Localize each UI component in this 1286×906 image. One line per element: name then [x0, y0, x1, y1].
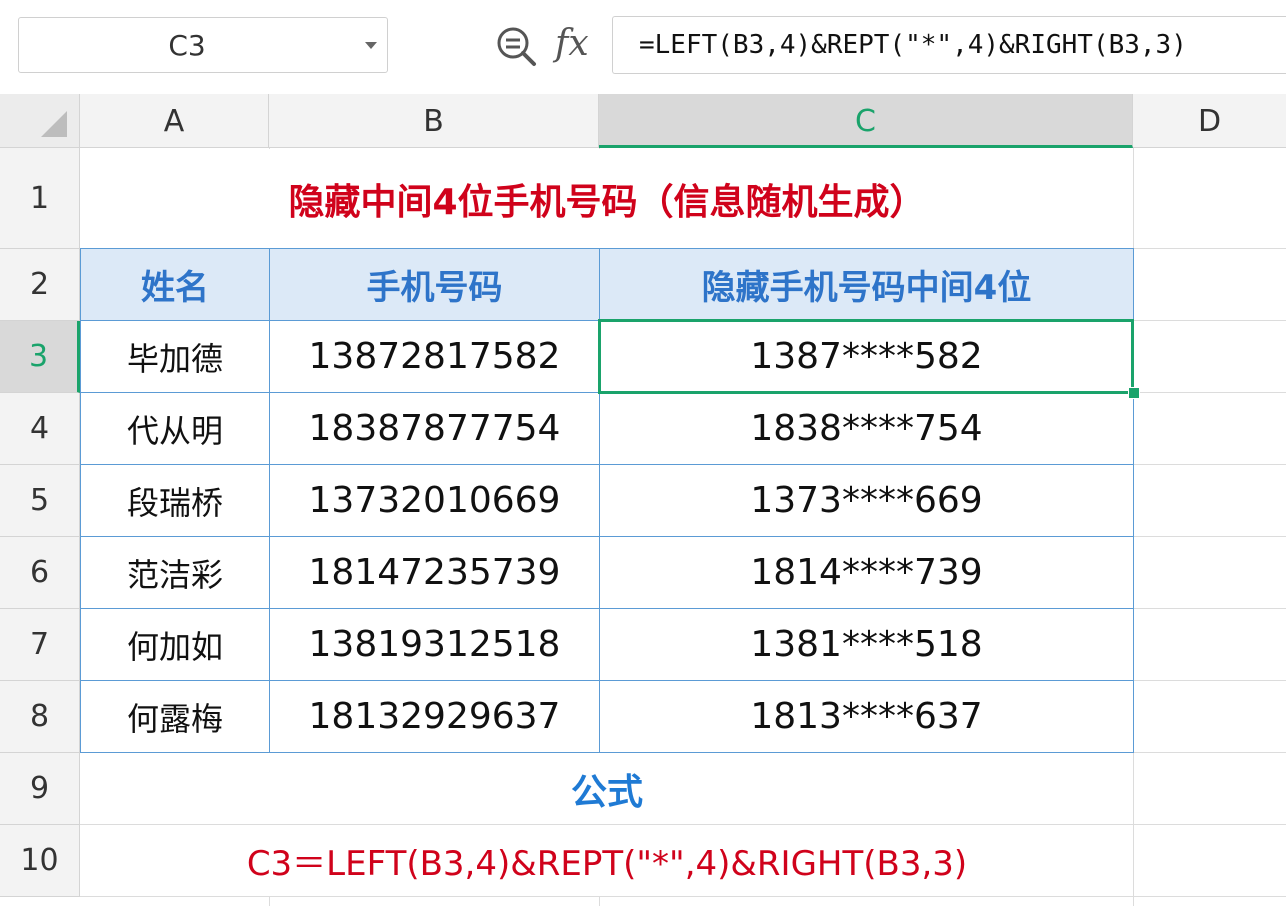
row-header-9[interactable]: 9: [0, 753, 80, 825]
fx-icon[interactable]: fx: [555, 16, 589, 72]
cell-phone[interactable]: 13732010669: [269, 464, 600, 537]
row-header-8[interactable]: 8: [0, 681, 80, 753]
formula-label[interactable]: 公式: [81, 753, 1133, 824]
cell-masked[interactable]: 1814****739: [599, 536, 1134, 609]
row-header-5[interactable]: 5: [0, 465, 80, 537]
sheet-title[interactable]: 隐藏中间4位手机号码（信息随机生成）: [81, 149, 1133, 248]
column-header-d[interactable]: D: [1133, 94, 1286, 148]
cell-phone[interactable]: 18132929637: [269, 680, 600, 753]
chevron-down-icon[interactable]: [365, 42, 377, 49]
cell-phone[interactable]: 13819312518: [269, 608, 600, 681]
cell-name[interactable]: 毕加德: [80, 320, 270, 393]
header-name[interactable]: 姓名: [80, 248, 270, 321]
cell-name[interactable]: 何加如: [80, 608, 270, 681]
cell-phone[interactable]: 18147235739: [269, 536, 600, 609]
select-all-icon: [41, 111, 67, 137]
cell-phone[interactable]: 18387877754: [269, 392, 600, 465]
formula-toolbar: C3 fx =LEFT(B3,4)&REPT("*",4)&RIGHT(B3,3…: [0, 0, 1286, 94]
cell-masked[interactable]: 1373****669: [599, 464, 1134, 537]
row-header-2[interactable]: 2: [0, 249, 80, 321]
row-header-4[interactable]: 4: [0, 393, 80, 465]
cell-masked[interactable]: 1381****518: [599, 608, 1134, 681]
spreadsheet-grid[interactable]: A B C D 1 2 3 4 5 6 7 8 9 10 隐藏中间4位手机号码（…: [0, 94, 1286, 906]
cell-name[interactable]: 范洁彩: [80, 536, 270, 609]
cell-masked[interactable]: 1838****754: [599, 392, 1134, 465]
row-header-10[interactable]: 10: [0, 825, 80, 897]
column-header-c[interactable]: C: [599, 94, 1133, 148]
active-cell-selection: [598, 319, 1134, 394]
column-header-b[interactable]: B: [269, 94, 599, 148]
cell-name[interactable]: 何露梅: [80, 680, 270, 753]
header-masked[interactable]: 隐藏手机号码中间4位: [599, 248, 1134, 321]
row-header-6[interactable]: 6: [0, 537, 80, 609]
fill-handle[interactable]: [1128, 387, 1140, 399]
row-header-3[interactable]: 3: [0, 321, 80, 393]
cell-name[interactable]: 代从明: [80, 392, 270, 465]
gridline: [80, 896, 1286, 897]
zoom-out-icon[interactable]: [494, 24, 538, 68]
select-all-corner[interactable]: [0, 94, 80, 148]
row-header-1[interactable]: 1: [0, 148, 80, 249]
cell-phone[interactable]: 13872817582: [269, 320, 600, 393]
name-box-value: C3: [168, 29, 206, 62]
formula-note[interactable]: C3＝LEFT(B3,4)&REPT("*",4)&RIGHT(B3,3): [81, 825, 1133, 896]
cell-name[interactable]: 段瑞桥: [80, 464, 270, 537]
row-header-7[interactable]: 7: [0, 609, 80, 681]
header-phone[interactable]: 手机号码: [269, 248, 600, 321]
formula-input[interactable]: =LEFT(B3,4)&REPT("*",4)&RIGHT(B3,3): [612, 16, 1286, 74]
column-header-a[interactable]: A: [80, 94, 269, 148]
cell-masked[interactable]: 1813****637: [599, 680, 1134, 753]
name-box[interactable]: C3: [18, 17, 388, 73]
